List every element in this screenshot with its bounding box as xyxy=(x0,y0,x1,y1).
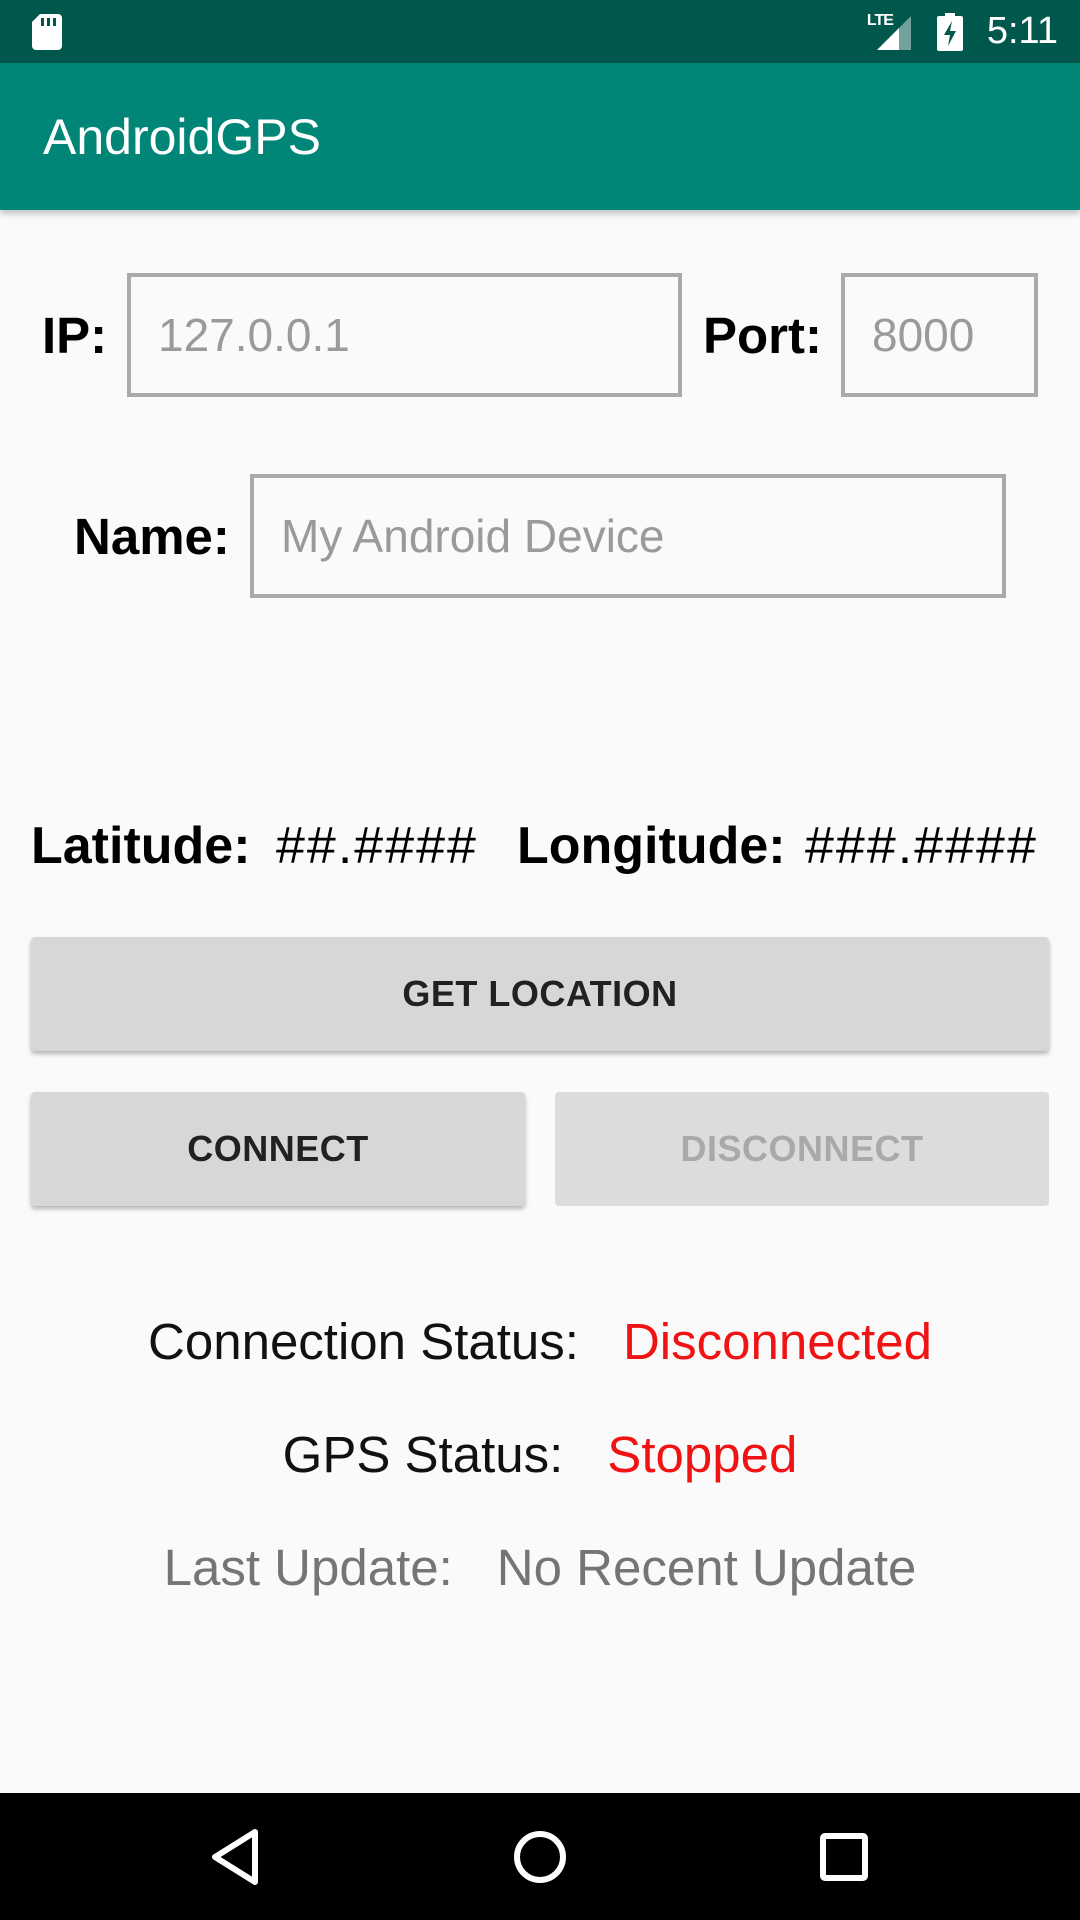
home-icon[interactable] xyxy=(509,1826,571,1888)
port-label: Port: xyxy=(703,307,822,364)
connection-status-row: Connection Status: Disconnected xyxy=(0,1312,1080,1371)
recents-icon[interactable] xyxy=(813,1826,875,1888)
clock: 5:11 xyxy=(986,10,1058,52)
signal-icon: LTE xyxy=(867,12,913,52)
disconnect-button[interactable]: DISCONNECT xyxy=(555,1092,1049,1206)
name-input[interactable]: My Android Device xyxy=(250,474,1006,598)
port-input[interactable]: 8000 xyxy=(841,273,1038,397)
name-placeholder: My Android Device xyxy=(281,510,665,562)
ip-label: IP: xyxy=(42,307,108,364)
latitude-value: ##.#### xyxy=(276,817,478,875)
ip-input[interactable]: 127.0.0.1 xyxy=(127,273,682,397)
status-bar: LTE 5:11 xyxy=(0,0,1080,63)
connection-status-label: Connection Status: xyxy=(148,1313,579,1370)
latitude-label: Latitude: xyxy=(31,817,251,875)
back-icon[interactable] xyxy=(205,1826,267,1888)
ip-placeholder: 127.0.0.1 xyxy=(158,309,350,361)
app-bar: AndroidGPS xyxy=(0,63,1080,210)
port-placeholder: 8000 xyxy=(872,309,975,361)
connect-button[interactable]: CONNECT xyxy=(31,1092,525,1206)
battery-charging-icon xyxy=(936,12,963,51)
gps-status-label: GPS Status: xyxy=(282,1426,564,1483)
status-icons: LTE 5:11 xyxy=(867,0,1058,63)
gps-status-row: GPS Status: Stopped xyxy=(0,1425,1080,1484)
connection-status-value: Disconnected xyxy=(622,1313,932,1370)
last-update-row: Last Update: No Recent Update xyxy=(0,1538,1080,1597)
gps-status-value: Stopped xyxy=(607,1426,798,1483)
longitude-label: Longitude: xyxy=(517,817,786,875)
name-label: Name: xyxy=(74,508,230,565)
last-update-label: Last Update: xyxy=(163,1539,453,1596)
app-title: AndroidGPS xyxy=(43,109,321,165)
get-location-button[interactable]: GET LOCATION xyxy=(31,937,1049,1051)
last-update-value: No Recent Update xyxy=(496,1539,917,1596)
sd-card-icon xyxy=(32,14,62,50)
longitude-value: ###.#### xyxy=(805,817,1038,875)
navigation-bar xyxy=(0,1793,1080,1920)
